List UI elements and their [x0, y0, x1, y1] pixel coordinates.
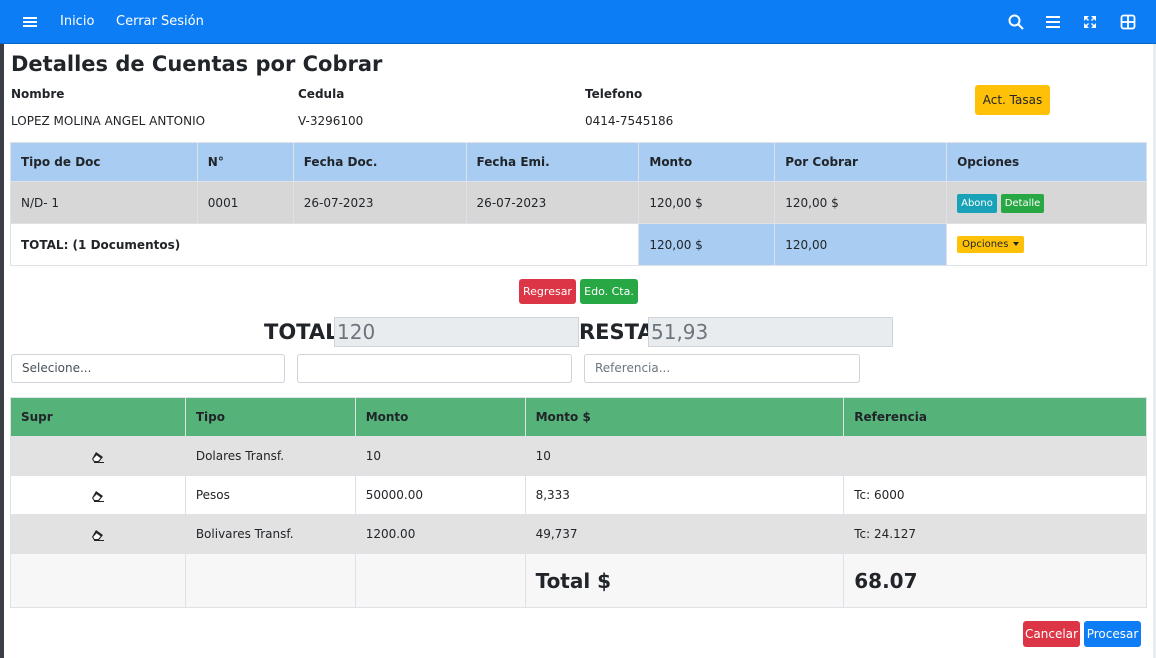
cedula-label: Cedula — [298, 87, 345, 101]
col-header-monto-usd: Monto $ — [524, 397, 845, 437]
opciones-label: Opciones — [962, 239, 1009, 250]
hamburger-icon[interactable] — [21, 13, 39, 31]
monto-input[interactable] — [297, 354, 572, 383]
page-title: Detalles de Cuentas por Cobrar — [11, 52, 383, 76]
cell-tipo: Bolivares Transf. — [184, 514, 356, 554]
cancelar-button[interactable]: Cancelar — [1023, 621, 1080, 647]
cell-referencia: Tc: 24.127 — [843, 514, 1147, 554]
total-monto: 120,00 $ — [638, 223, 776, 266]
cell-tipo: N/D- 1 — [10, 181, 198, 224]
col-header-fecha-doc: Fecha Doc. — [292, 142, 467, 182]
telefono-value: 0414-7545186 — [585, 114, 674, 128]
cell-por-cobrar: 120,00 $ — [774, 181, 948, 224]
col-header-referencia: Referencia — [843, 397, 1147, 437]
empty-cell — [184, 553, 356, 608]
cell-opciones: Abono Detalle — [946, 181, 1147, 224]
payments-table: Supr Tipo Monto Monto $ Referencia Dolar… — [10, 397, 1147, 608]
total-field: 120 — [334, 317, 579, 347]
procesar-button[interactable]: Procesar — [1084, 621, 1141, 647]
telefono-label: Telefono — [585, 87, 643, 101]
col-header-tipo-doc: Tipo de Doc — [10, 142, 198, 182]
resta-field: 51,93 — [648, 317, 893, 347]
opciones-dropdown-button[interactable]: Opciones — [957, 236, 1025, 253]
grid-icon[interactable] — [1119, 13, 1137, 31]
act-tasas-button[interactable]: Act. Tasas — [975, 85, 1050, 115]
col-header-opciones: Opciones — [946, 142, 1147, 182]
documents-table: Tipo de Doc N° Fecha Doc. Fecha Emi. Mon… — [9, 142, 1147, 266]
col-header-tipo: Tipo — [184, 397, 356, 437]
cell-referencia: Tc: 6000 — [843, 475, 1147, 515]
abono-button[interactable]: Abono — [957, 194, 997, 213]
nombre-value: LOPEZ MOLINA ANGEL ANTONIO — [11, 114, 206, 128]
cell-referencia — [843, 436, 1147, 476]
payments-total-value: 68.07 — [843, 553, 1147, 608]
eraser-icon[interactable] — [91, 451, 105, 463]
total-por-cobrar: 120,00 — [774, 223, 948, 266]
cell-monto: 50000.00 — [354, 475, 526, 515]
payments-total-row: Total $ 68.07 — [10, 553, 1147, 608]
cell-opciones-dropdown: Opciones — [946, 223, 1147, 266]
cell-monto-usd: 10 — [524, 436, 845, 476]
eraser-icon[interactable] — [91, 529, 105, 541]
cell-tipo: Pesos — [184, 475, 356, 515]
cell-monto: 10 — [354, 436, 526, 476]
cell-supr — [10, 475, 186, 515]
resta-label: RESTA — [579, 320, 654, 344]
table-row: Bolivares Transf. 1200.00 49,737 Tc: 24.… — [10, 514, 1147, 554]
total-label: TOTAL — [264, 320, 339, 344]
nombre-label: Nombre — [11, 87, 65, 101]
detalle-button[interactable]: Detalle — [1000, 194, 1045, 213]
table-row: Dolares Transf. 10 10 — [10, 436, 1147, 476]
table-row: Pesos 50000.00 8,333 Tc: 6000 — [10, 475, 1147, 515]
edo-cta-button[interactable]: Edo. Cta. — [580, 279, 638, 304]
cedula-value: V-3296100 — [298, 114, 364, 128]
cell-numero: 0001 — [196, 181, 294, 224]
cell-monto-usd: 49,737 — [524, 514, 845, 554]
col-header-monto: Monto — [638, 142, 776, 182]
top-navbar: Inicio Cerrar Sesión — [0, 0, 1156, 44]
nav-inicio-link[interactable]: Inicio — [60, 0, 94, 44]
cell-fecha-doc: 26-07-2023 — [292, 181, 467, 224]
cell-supr — [10, 514, 186, 554]
cell-monto: 1200.00 — [354, 514, 526, 554]
cell-fecha-emi: 26-07-2023 — [465, 181, 640, 224]
nav-cerrar-sesion-link[interactable]: Cerrar Sesión — [116, 0, 204, 44]
col-header-fecha-emi: Fecha Emi. — [465, 142, 640, 182]
col-header-monto: Monto — [354, 397, 526, 437]
cell-tipo: Dolares Transf. — [184, 436, 356, 476]
search-icon[interactable] — [1007, 13, 1025, 31]
tipo-pago-select[interactable]: Selecione... — [11, 354, 285, 383]
col-header-por-cobrar: Por Cobrar — [774, 142, 948, 182]
payments-total-label: Total $ — [524, 553, 845, 608]
cell-supr — [10, 436, 186, 476]
col-header-supr: Supr — [10, 397, 186, 437]
table-header-row: Supr Tipo Monto Monto $ Referencia — [10, 397, 1147, 437]
table-header-row: Tipo de Doc N° Fecha Doc. Fecha Emi. Mon… — [10, 142, 1147, 182]
sidebar-edge — [0, 44, 4, 658]
cell-monto-usd: 8,333 — [524, 475, 845, 515]
fullscreen-icon[interactable] — [1081, 13, 1099, 31]
empty-cell — [10, 553, 186, 608]
chevron-down-icon — [1013, 242, 1020, 246]
table-row: N/D- 1 0001 26-07-2023 26-07-2023 120,00… — [10, 181, 1147, 224]
total-documents-label: TOTAL: (1 Documentos) — [9, 223, 640, 266]
list-icon[interactable] — [1044, 13, 1062, 31]
col-header-numero: N° — [196, 142, 294, 182]
referencia-input[interactable]: Referencia... — [584, 354, 860, 383]
total-row: TOTAL: (1 Documentos) 120,00 $ 120,00 Op… — [9, 223, 1147, 266]
regresar-button[interactable]: Regresar — [519, 279, 576, 304]
empty-cell — [354, 553, 526, 608]
cell-monto: 120,00 $ — [638, 181, 776, 224]
eraser-icon[interactable] — [91, 490, 105, 502]
